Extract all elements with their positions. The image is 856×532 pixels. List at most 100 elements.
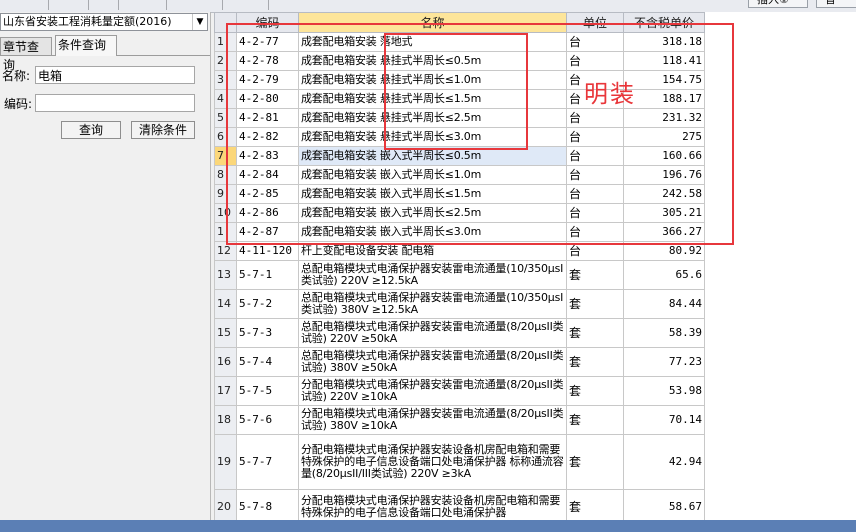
quota-library-select[interactable]: 山东省安装工程消耗量定额(2016) ▼ bbox=[0, 13, 208, 31]
code-cell[interactable]: 5-7-5 bbox=[236, 376, 299, 406]
code-cell[interactable]: 4-2-77 bbox=[236, 32, 299, 52]
row-number[interactable]: 17 bbox=[214, 376, 237, 406]
header-code[interactable]: 编码 bbox=[236, 12, 299, 33]
name-cell[interactable]: 总配电箱模块式电涌保护器安装雷电流通量(10/350μsI类试验) 380V ≥… bbox=[298, 289, 567, 319]
price-cell[interactable]: 160.66 bbox=[623, 146, 705, 166]
unit-cell[interactable]: 台 bbox=[566, 203, 624, 223]
row-number[interactable]: 14 bbox=[214, 289, 237, 319]
row-number[interactable]: 15 bbox=[214, 318, 237, 348]
unit-cell[interactable]: 台 bbox=[566, 127, 624, 147]
row-number[interactable]: 8 bbox=[214, 165, 237, 185]
query-button[interactable]: 查询 bbox=[61, 121, 121, 139]
row-number[interactable]: 2 bbox=[214, 51, 237, 71]
row-number[interactable]: 1 bbox=[214, 222, 237, 242]
price-cell[interactable]: 305.21 bbox=[623, 203, 705, 223]
unit-cell[interactable]: 台 bbox=[566, 146, 624, 166]
name-cell[interactable]: 成套配电箱安装 落地式 bbox=[298, 32, 567, 52]
price-cell[interactable]: 65.6 bbox=[623, 260, 705, 290]
header-unit[interactable]: 单位 bbox=[566, 12, 624, 33]
code-cell[interactable]: 4-2-83 bbox=[236, 146, 299, 166]
unit-cell[interactable]: 台 bbox=[566, 165, 624, 185]
table-row[interactable]: 2 4-2-78 成套配电箱安装 悬挂式半周长≤0.5m 台 118.41 bbox=[214, 51, 705, 71]
code-cell[interactable]: 4-2-84 bbox=[236, 165, 299, 185]
replace-button[interactable]: 替 bbox=[816, 0, 856, 8]
price-cell[interactable]: 84.44 bbox=[623, 289, 705, 319]
row-number[interactable]: 5 bbox=[214, 108, 237, 128]
row-number[interactable]: 4 bbox=[214, 89, 237, 109]
table-row[interactable]: 1 4-2-87 成套配电箱安装 嵌入式半周长≤3.0m 台 366.27 bbox=[214, 222, 705, 242]
price-cell[interactable]: 70.14 bbox=[623, 405, 705, 435]
tab-condition-query[interactable]: 条件查询 bbox=[55, 35, 117, 56]
price-cell[interactable]: 42.94 bbox=[623, 434, 705, 490]
name-cell[interactable]: 成套配电箱安装 嵌入式半周长≤0.5m bbox=[298, 146, 567, 166]
name-cell[interactable]: 总配电箱模块式电涌保护器安装雷电流通量(8/20μsII类试验) 380V ≥5… bbox=[298, 347, 567, 377]
code-cell[interactable]: 4-11-120 bbox=[236, 241, 299, 261]
row-number[interactable]: 10 bbox=[214, 203, 237, 223]
table-row[interactable]: 7 4-2-83 成套配电箱安装 嵌入式半周长≤0.5m 台 160.66 bbox=[214, 146, 705, 166]
table-row[interactable]: 15 5-7-3 总配电箱模块式电涌保护器安装雷电流通量(8/20μsII类试验) … bbox=[214, 318, 705, 348]
name-cell[interactable]: 杆上变配电设备安装 配电箱 bbox=[298, 241, 567, 261]
unit-cell[interactable]: 套 bbox=[566, 289, 624, 319]
unit-cell[interactable]: 套 bbox=[566, 405, 624, 435]
name-cell[interactable]: 成套配电箱安装 悬挂式半周长≤3.0m bbox=[298, 127, 567, 147]
clear-conditions-button[interactable]: 清除条件 bbox=[131, 121, 195, 139]
code-cell[interactable]: 5-7-3 bbox=[236, 318, 299, 348]
price-cell[interactable]: 58.67 bbox=[623, 489, 705, 520]
row-number[interactable]: 6 bbox=[214, 127, 237, 147]
insert-button[interactable]: 插入① bbox=[748, 0, 808, 8]
name-cell[interactable]: 成套配电箱安装 嵌入式半周长≤3.0m bbox=[298, 222, 567, 242]
name-cell[interactable]: 成套配电箱安装 悬挂式半周长≤2.5m bbox=[298, 108, 567, 128]
row-number[interactable]: 19 bbox=[214, 434, 237, 490]
name-cell[interactable]: 成套配电箱安装 嵌入式半周长≤1.0m bbox=[298, 165, 567, 185]
table-row[interactable]: 10 4-2-86 成套配电箱安装 嵌入式半周长≤2.5m 台 305.21 bbox=[214, 203, 705, 223]
unit-cell[interactable]: 套 bbox=[566, 260, 624, 290]
header-name[interactable]: 名称 bbox=[298, 12, 567, 33]
table-row[interactable]: 13 5-7-1 总配电箱模块式电涌保护器安装雷电流通量(10/350μsI类试验)… bbox=[214, 260, 705, 290]
unit-cell[interactable]: 套 bbox=[566, 318, 624, 348]
name-input[interactable] bbox=[35, 66, 195, 84]
price-cell[interactable]: 366.27 bbox=[623, 222, 705, 242]
code-cell[interactable]: 4-2-82 bbox=[236, 127, 299, 147]
code-cell[interactable]: 5-7-8 bbox=[236, 489, 299, 520]
table-row[interactable]: 16 5-7-4 总配电箱模块式电涌保护器安装雷电流通量(8/20μsII类试验) … bbox=[214, 347, 705, 377]
name-cell[interactable]: 成套配电箱安装 悬挂式半周长≤0.5m bbox=[298, 51, 567, 71]
row-number[interactable]: 9 bbox=[214, 184, 237, 204]
price-cell[interactable]: 77.23 bbox=[623, 347, 705, 377]
name-cell[interactable]: 成套配电箱安装 悬挂式半周长≤1.0m bbox=[298, 70, 567, 90]
row-number[interactable]: 1 bbox=[214, 32, 237, 52]
row-number[interactable]: 18 bbox=[214, 405, 237, 435]
price-cell[interactable]: 118.41 bbox=[623, 51, 705, 71]
name-cell[interactable]: 总配电箱模块式电涌保护器安装雷电流通量(8/20μsII类试验) 220V ≥5… bbox=[298, 318, 567, 348]
table-row[interactable]: 17 5-7-5 分配电箱模块式电涌保护器安装雷电流通量(8/20μsII类试验) … bbox=[214, 376, 705, 406]
table-row[interactable]: 12 4-11-120 杆上变配电设备安装 配电箱台 80.92 bbox=[214, 241, 705, 261]
row-number[interactable]: 12 bbox=[214, 241, 237, 261]
table-row[interactable]: 1 4-2-77 成套配电箱安装 落地式台 318.18 bbox=[214, 32, 705, 52]
code-cell[interactable]: 5-7-4 bbox=[236, 347, 299, 377]
price-cell[interactable]: 275 bbox=[623, 127, 705, 147]
code-cell[interactable]: 4-2-78 bbox=[236, 51, 299, 71]
table-row[interactable]: 20 5-7-8 分配电箱模块式电涌保护器安装设备机房配电箱和需要特殊保护的电子信息… bbox=[214, 489, 705, 520]
unit-cell[interactable]: 台 bbox=[566, 184, 624, 204]
price-cell[interactable]: 80.92 bbox=[623, 241, 705, 261]
price-cell[interactable]: 318.18 bbox=[623, 32, 705, 52]
row-number[interactable]: 16 bbox=[214, 347, 237, 377]
unit-cell[interactable]: 套 bbox=[566, 376, 624, 406]
price-cell[interactable]: 231.32 bbox=[623, 108, 705, 128]
chevron-down-icon[interactable]: ▼ bbox=[192, 14, 207, 30]
price-cell[interactable]: 58.39 bbox=[623, 318, 705, 348]
table-row[interactable]: 14 5-7-2 总配电箱模块式电涌保护器安装雷电流通量(10/350μsI类试验)… bbox=[214, 289, 705, 319]
code-input[interactable] bbox=[35, 94, 195, 112]
name-cell[interactable]: 分配电箱模块式电涌保护器安装设备机房配电箱和需要特殊保护的电子信息设备端口处电涌… bbox=[298, 434, 567, 490]
table-row[interactable]: 5 4-2-81 成套配电箱安装 悬挂式半周长≤2.5m 台 231.32 bbox=[214, 108, 705, 128]
code-cell[interactable]: 5-7-2 bbox=[236, 289, 299, 319]
table-row[interactable]: 8 4-2-84 成套配电箱安装 嵌入式半周长≤1.0m 台 196.76 bbox=[214, 165, 705, 185]
name-cell[interactable]: 总配电箱模块式电涌保护器安装雷电流通量(10/350μsI类试验) 220V ≥… bbox=[298, 260, 567, 290]
unit-cell[interactable]: 套 bbox=[566, 347, 624, 377]
price-cell[interactable]: 196.76 bbox=[623, 165, 705, 185]
unit-cell[interactable]: 套 bbox=[566, 434, 624, 490]
code-cell[interactable]: 4-2-81 bbox=[236, 108, 299, 128]
code-cell[interactable]: 4-2-79 bbox=[236, 70, 299, 90]
name-cell[interactable]: 成套配电箱安装 嵌入式半周长≤1.5m bbox=[298, 184, 567, 204]
name-cell[interactable]: 分配电箱模块式电涌保护器安装设备机房配电箱和需要特殊保护的电子信息设备端口处电涌… bbox=[298, 489, 567, 520]
unit-cell[interactable]: 台 bbox=[566, 222, 624, 242]
